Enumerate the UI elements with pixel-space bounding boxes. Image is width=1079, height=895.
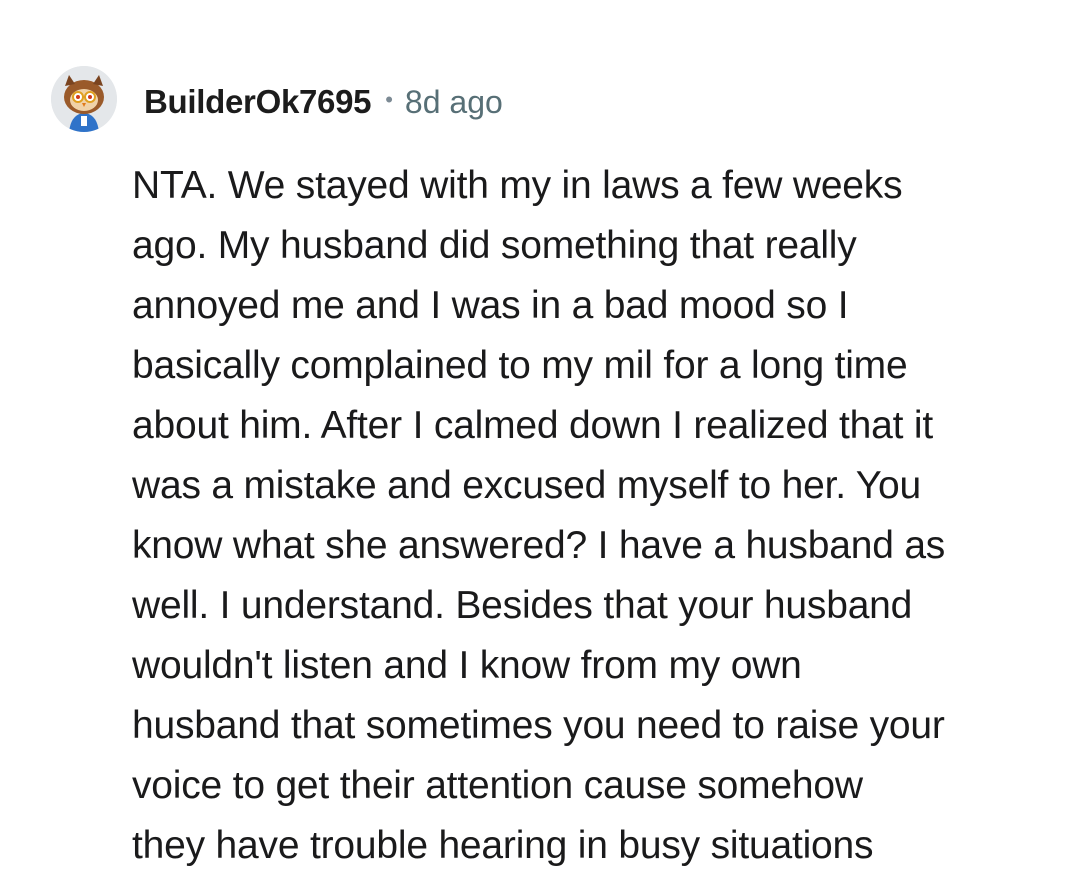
comment-body-line: about him. After I calmed down I realize… — [132, 404, 933, 447]
snoo-owl-avatar-icon — [51, 66, 117, 132]
comment: BuilderOk7695 • 8d ago NTA. We stayed wi… — [0, 0, 1079, 895]
comment-body-line: know what she answered? I have a husband… — [132, 524, 946, 567]
meta-separator: • — [385, 87, 393, 112]
comment-body-line: husband that sometimes you need to raise… — [132, 704, 945, 747]
comment-body: NTA. We stayed with my in laws a few wee… — [132, 156, 1032, 876]
comment-body-line: wouldn't listen and I know from my own — [132, 644, 802, 687]
comment-body-line: basically complained to my mil for a lon… — [132, 344, 908, 387]
comment-meta: BuilderOk7695 • 8d ago — [144, 80, 503, 124]
comment-body-line: was a mistake and excused myself to her.… — [132, 464, 921, 507]
comment-body-line: ago. My husband did something that reall… — [132, 224, 857, 267]
user-avatar[interactable] — [51, 66, 117, 132]
comment-body-line: well. I understand. Besides that your hu… — [132, 584, 913, 627]
comment-body-line: voice to get their attention cause someh… — [132, 764, 863, 807]
comment-body-line: they have trouble hearing in busy situat… — [132, 824, 874, 867]
author-username[interactable]: BuilderOk7695 — [144, 83, 372, 121]
comment-body-line: annoyed me and I was in a bad mood so I — [132, 284, 849, 327]
comment-timestamp[interactable]: 8d ago — [405, 84, 503, 121]
comment-body-line: NTA. We stayed with my in laws a few wee… — [132, 164, 903, 207]
